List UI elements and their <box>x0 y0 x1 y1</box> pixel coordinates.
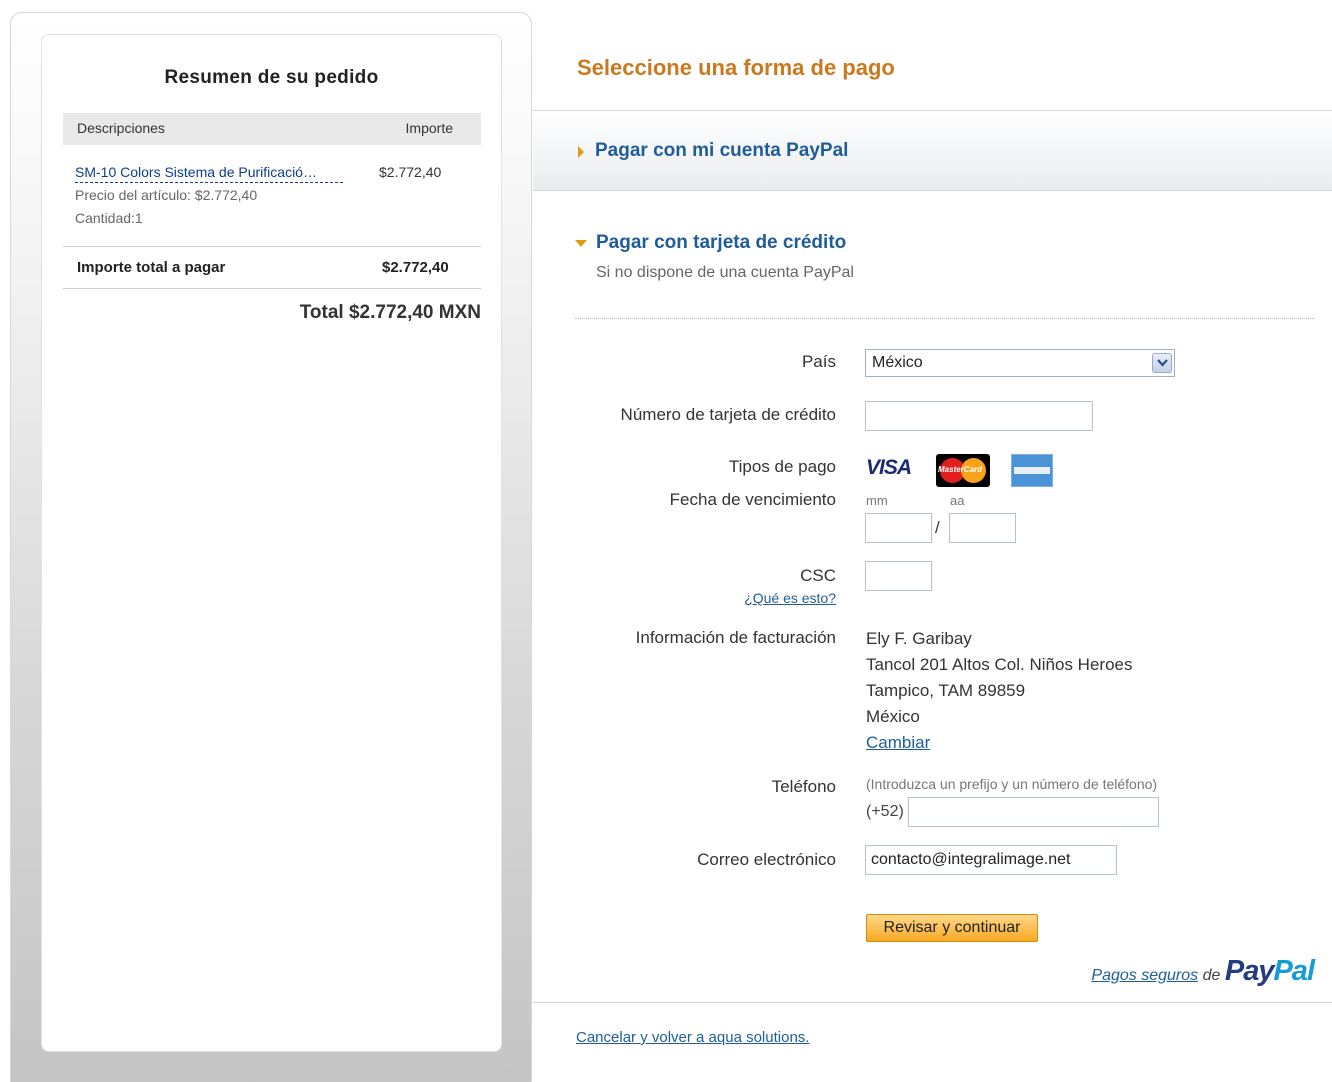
expand-arrow-icon <box>578 146 584 158</box>
card-number-label: Número de tarjeta de crédito <box>620 405 836 424</box>
country-label: País <box>801 352 836 371</box>
secure-de: de <box>1202 967 1221 984</box>
dotted-divider <box>575 318 1315 319</box>
csc-help-link[interactable]: ¿Qué es esto? <box>744 590 836 606</box>
phone-input[interactable] <box>908 797 1159 827</box>
paypal-logo: PayPal <box>1224 955 1315 987</box>
secure-payments-link[interactable]: Pagos seguros <box>1091 967 1198 984</box>
expiry-year-hint: aa <box>950 493 965 508</box>
billing-country: México <box>866 707 920 726</box>
secure-payments: Pagos seguros de PayPal <box>1091 955 1315 991</box>
card-number-input[interactable] <box>865 401 1093 431</box>
email-label: Correo electrónico <box>697 850 836 869</box>
expiry-month-input[interactable] <box>865 513 932 543</box>
total-label: Importe total a pagar <box>77 259 226 276</box>
order-summary-card: Resumen de su pedido Descripciones Impor… <box>41 34 502 1052</box>
divider <box>63 288 481 289</box>
billing-name: Ely F. Garibay <box>866 629 972 648</box>
billing-street: Tancol 201 Altos Col. Niños Heroes <box>866 655 1133 674</box>
page-title: Seleccione una forma de pago <box>577 55 895 80</box>
chevron-down-icon[interactable] <box>1152 353 1172 373</box>
grand-total: Total $2.772,40 MXN <box>299 302 481 323</box>
pay-with-paypal-link[interactable]: Pagar con mi cuenta PayPal <box>595 140 848 162</box>
change-billing-link[interactable]: Cambiar <box>866 733 930 753</box>
order-summary-panel: Resumen de su pedido Descripciones Impor… <box>10 12 532 1082</box>
review-continue-button[interactable]: Revisar y continuar <box>866 914 1038 942</box>
email-input[interactable] <box>865 845 1117 875</box>
csc-label: CSC <box>800 566 836 585</box>
pay-with-card-heading[interactable]: Pagar con tarjeta de crédito <box>596 232 846 254</box>
phone-label: Teléfono <box>771 777 836 796</box>
billing-city: Tampico, TAM 89859 <box>866 681 1026 700</box>
header-descriptions: Descripciones <box>77 120 165 136</box>
visa-icon: VISA <box>866 456 912 479</box>
pay-with-card-subtitle: Si no dispone de una cuenta PayPal <box>596 264 854 281</box>
item-amount: $2.772,40 <box>379 164 442 180</box>
cancel-return-link[interactable]: Cancelar y volver a aqua solutions. <box>576 1029 809 1046</box>
total-amount: $2.772,40 <box>382 259 449 276</box>
expiry-month-hint: mm <box>866 493 888 508</box>
country-select-value: México <box>872 354 923 371</box>
bottom-divider <box>533 1002 1332 1003</box>
payment-types-label: Tipos de pago <box>728 457 836 476</box>
header-amount: Importe <box>405 120 453 136</box>
expiry-label: Fecha de vencimiento <box>669 490 836 509</box>
item-quantity: Cantidad:1 <box>75 210 143 226</box>
item-price: Precio del artículo: $2.772,40 <box>75 187 258 203</box>
collapse-arrow-icon <box>575 240 587 247</box>
expiry-separator: / <box>935 518 940 537</box>
expiry-year-input[interactable] <box>949 513 1016 543</box>
mastercard-icon: MasterCard <box>936 454 990 487</box>
phone-hint: (Introduzca un prefijo y un número de te… <box>866 776 1158 792</box>
amex-icon <box>1011 454 1053 487</box>
csc-input[interactable] <box>865 561 932 591</box>
item-name-link[interactable]: SM-10 Colors Sistema de Purificació… <box>75 164 343 183</box>
country-select[interactable]: México <box>865 349 1175 377</box>
billing-label: Información de facturación <box>635 628 836 647</box>
phone-prefix: (+52) <box>866 803 904 820</box>
divider <box>63 246 481 247</box>
order-summary-title: Resumen de su pedido <box>164 67 379 88</box>
summary-table-header: Descripciones Importe <box>63 113 481 145</box>
